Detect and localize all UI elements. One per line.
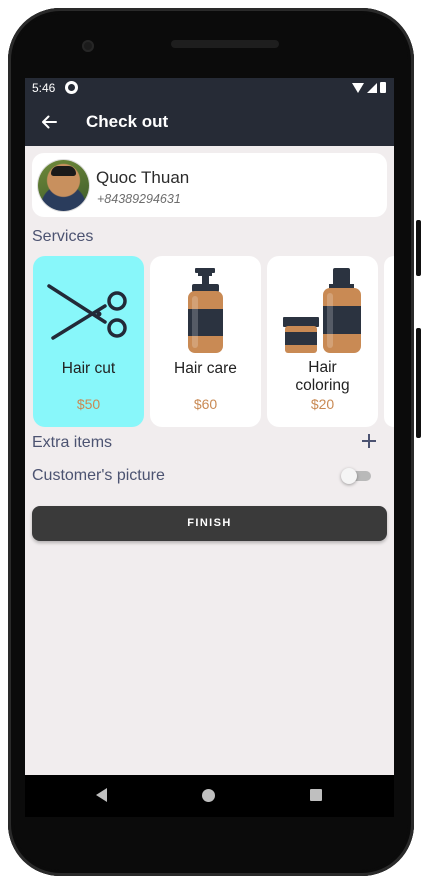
extra-items-label: Extra items bbox=[32, 434, 113, 451]
app-bar: Check out bbox=[25, 98, 394, 146]
wifi-icon bbox=[352, 83, 364, 93]
service-card-hair-coloring[interactable]: Hair coloring $20 bbox=[267, 256, 378, 427]
toggle-thumb bbox=[341, 468, 357, 484]
front-camera bbox=[82, 40, 94, 52]
finish-button[interactable]: FINISH bbox=[32, 506, 387, 541]
app-screen: 5:46 Check out Quoc Thuan +84389294631 S… bbox=[25, 78, 394, 775]
customer-picture-toggle[interactable] bbox=[341, 468, 373, 484]
power-button bbox=[416, 220, 421, 276]
arrow-left-icon[interactable] bbox=[39, 112, 59, 132]
nav-back-icon[interactable] bbox=[96, 788, 107, 802]
page-title: Check out bbox=[86, 112, 169, 131]
avatar bbox=[38, 160, 89, 211]
status-bar: 5:46 bbox=[25, 78, 394, 98]
nav-home-icon[interactable] bbox=[202, 789, 215, 802]
sync-icon bbox=[65, 81, 78, 94]
service-price: $50 bbox=[76, 396, 101, 412]
service-card-hair-cut[interactable]: Hair cut $50 bbox=[33, 256, 144, 427]
plus-icon[interactable] bbox=[362, 434, 376, 448]
customer-picture-label: Customer's picture bbox=[32, 467, 165, 484]
color-bottles-icon bbox=[283, 268, 361, 353]
customer-card[interactable]: Quoc Thuan +84389294631 bbox=[32, 153, 387, 217]
system-nav-bar bbox=[25, 775, 394, 817]
service-card-partial[interactable] bbox=[384, 256, 394, 427]
service-price: $20 bbox=[310, 396, 335, 412]
service-name: Hair coloring bbox=[295, 359, 350, 394]
pump-bottle-icon bbox=[188, 268, 223, 353]
service-name: Hair care bbox=[174, 360, 237, 377]
services-label: Services bbox=[32, 228, 94, 245]
customer-phone: +84389294631 bbox=[97, 192, 181, 206]
signal-icon bbox=[367, 83, 377, 93]
service-card-hair-care[interactable]: Hair care $60 bbox=[150, 256, 261, 427]
service-name: Hair cut bbox=[61, 360, 116, 377]
volume-button bbox=[416, 328, 421, 438]
service-price: $60 bbox=[193, 396, 218, 412]
earpiece-speaker bbox=[171, 40, 279, 48]
status-time: 5:46 bbox=[32, 81, 56, 95]
services-list[interactable]: Hair cut $50 Hair care $60 Hair coloring… bbox=[33, 256, 394, 428]
customer-name: Quoc Thuan bbox=[96, 168, 190, 187]
status-icons bbox=[352, 82, 386, 93]
scissors-icon bbox=[47, 284, 127, 340]
battery-icon bbox=[380, 82, 386, 93]
nav-recents-icon[interactable] bbox=[310, 789, 322, 801]
